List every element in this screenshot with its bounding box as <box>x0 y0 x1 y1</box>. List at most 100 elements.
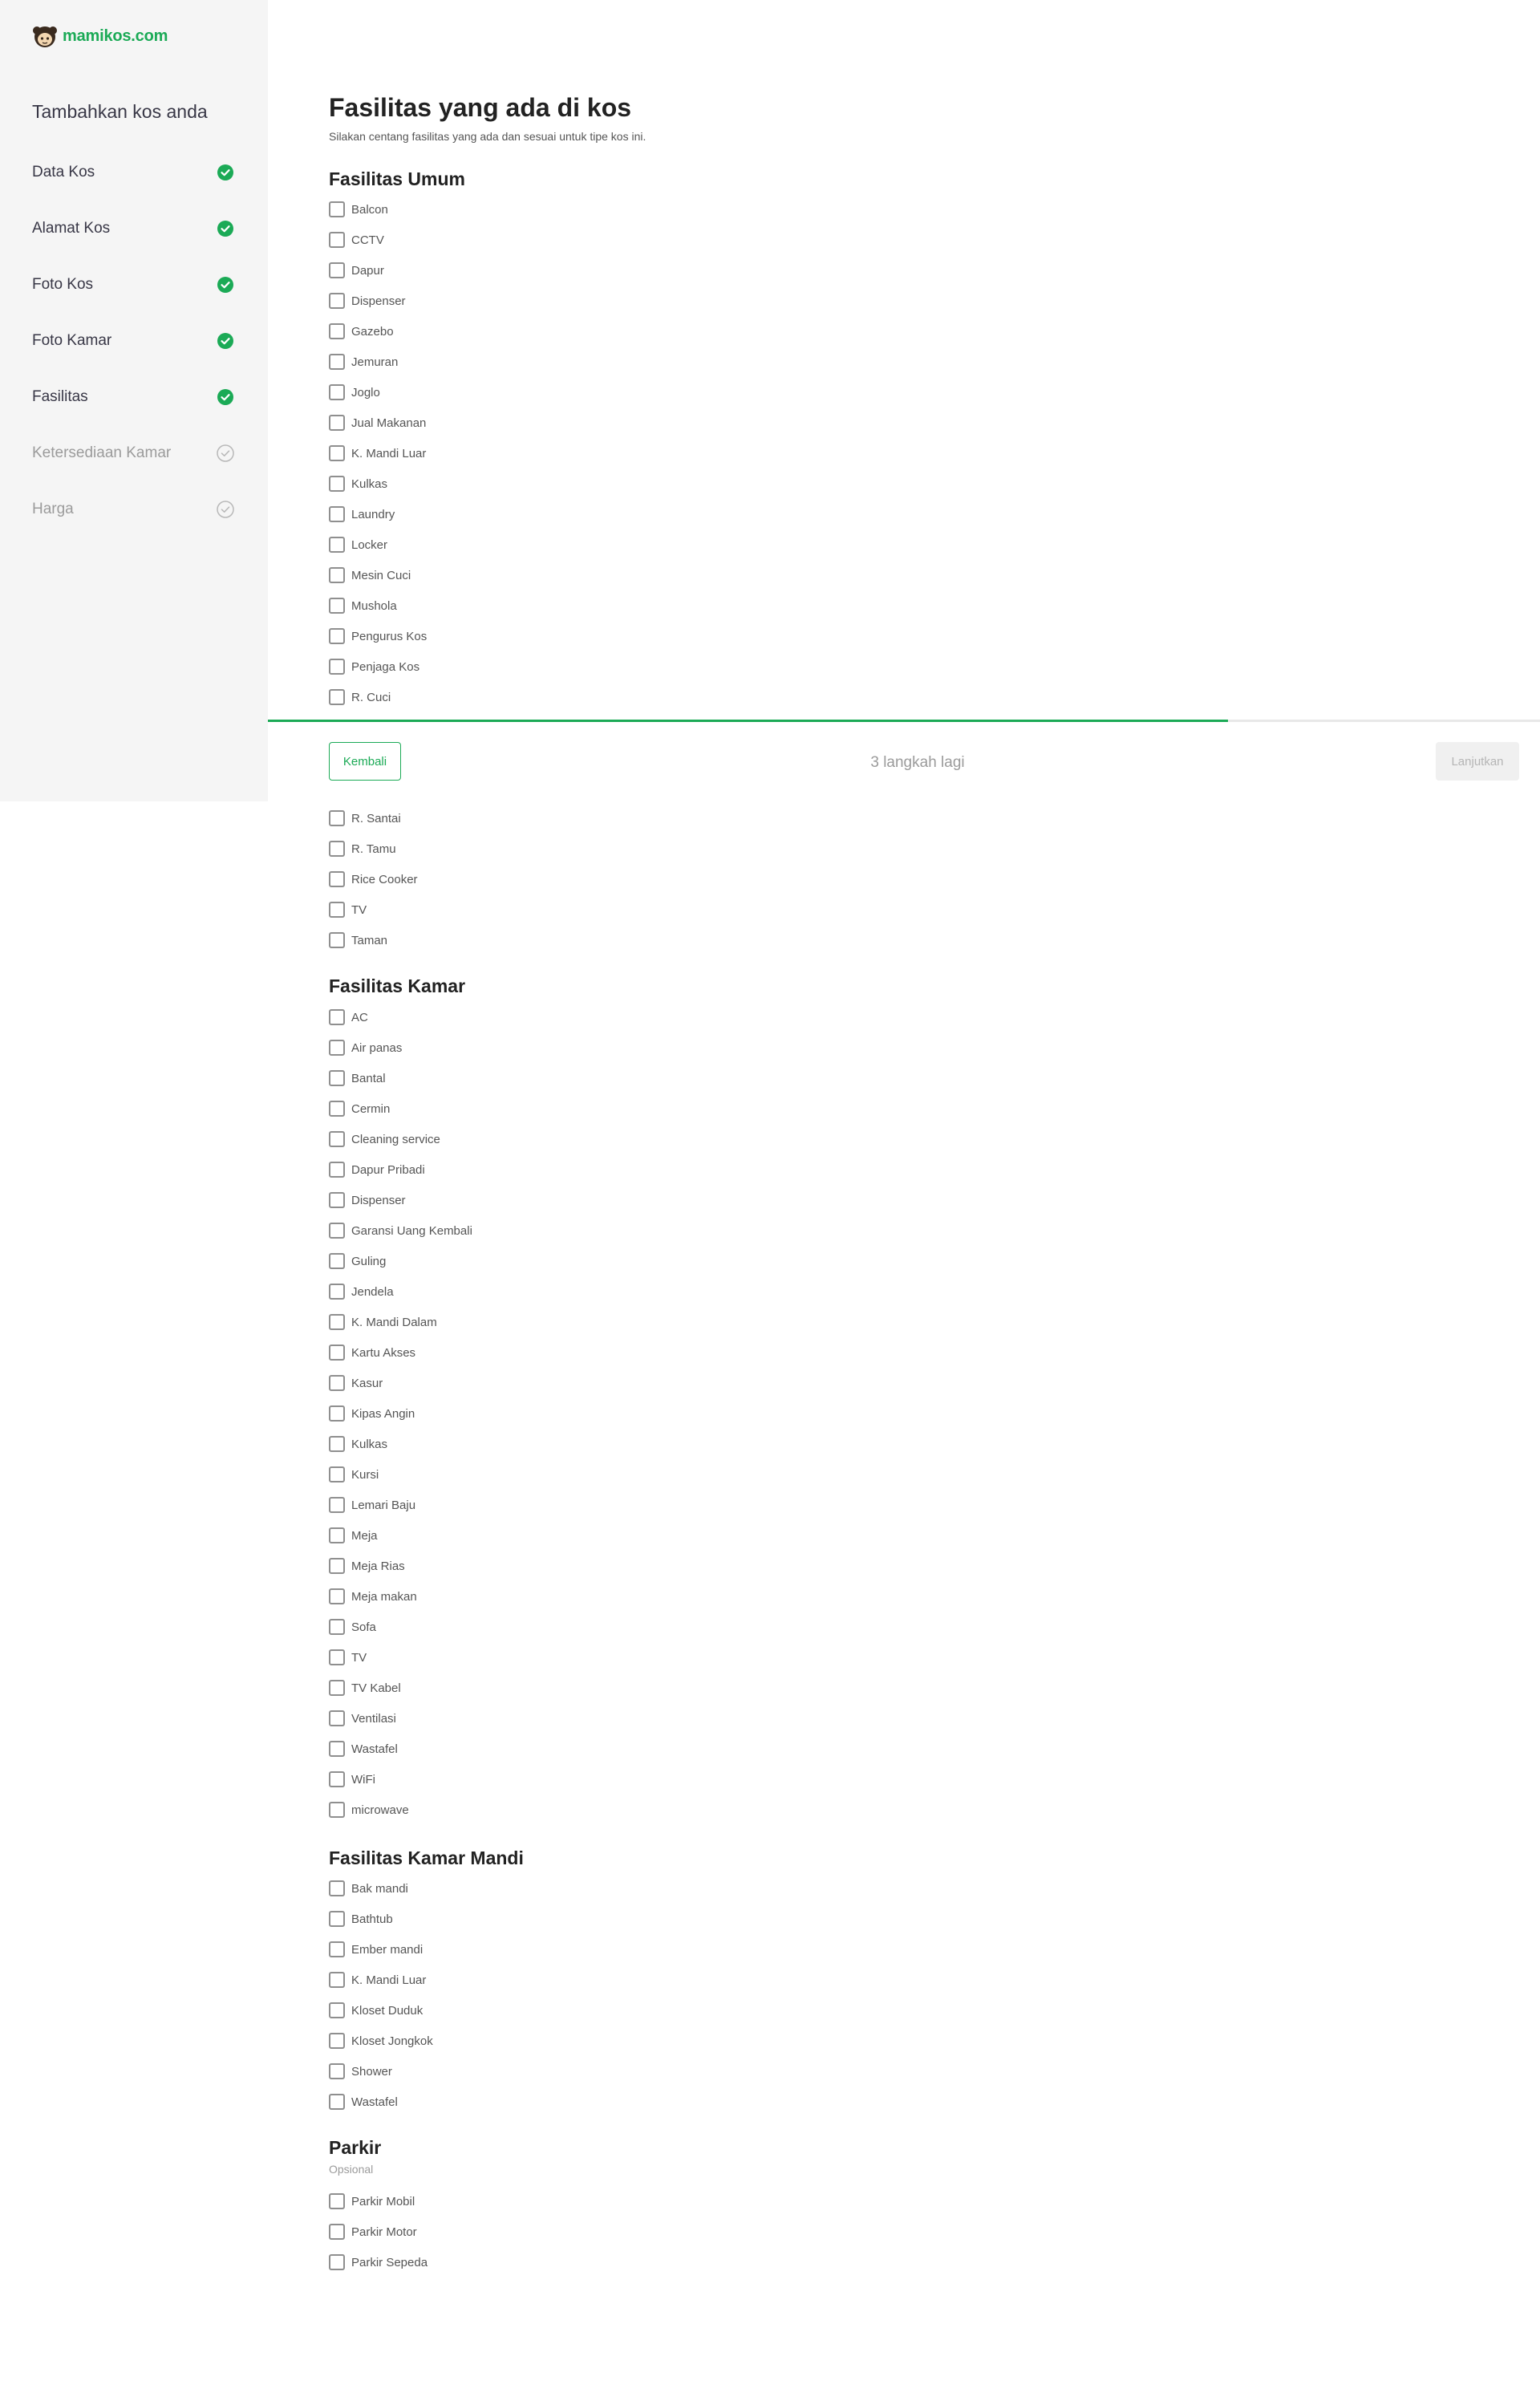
checkbox-option[interactable]: Sofa <box>329 1612 472 1642</box>
checkbox[interactable] <box>329 1911 345 1927</box>
checkbox[interactable] <box>329 2063 345 2079</box>
checkbox-option[interactable]: Kipas Angin <box>329 1398 472 1429</box>
checkbox-option[interactable]: Rice Cooker <box>329 864 418 894</box>
checkbox-option[interactable]: Ventilasi <box>329 1703 472 1734</box>
checkbox-option[interactable]: Dispenser <box>329 286 427 316</box>
checkbox-option[interactable]: Balcon <box>329 194 427 225</box>
checkbox-option[interactable]: TV <box>329 1642 472 1673</box>
checkbox[interactable] <box>329 2094 345 2110</box>
checkbox[interactable] <box>329 232 345 248</box>
checkbox[interactable] <box>329 1223 345 1239</box>
checkbox-option[interactable]: Joglo <box>329 377 427 408</box>
checkbox[interactable] <box>329 2254 345 2270</box>
checkbox-option[interactable]: Pengurus Kos <box>329 621 427 651</box>
checkbox-option[interactable]: Garansi Uang Kembali <box>329 1215 472 1246</box>
checkbox-option[interactable]: Wastafel <box>329 1734 472 1764</box>
checkbox-option[interactable]: Gazebo <box>329 316 427 347</box>
checkbox-option[interactable]: Kartu Akses <box>329 1337 472 1368</box>
checkbox[interactable] <box>329 1131 345 1147</box>
checkbox[interactable] <box>329 323 345 339</box>
checkbox[interactable] <box>329 1497 345 1513</box>
checkbox[interactable] <box>329 1972 345 1988</box>
checkbox[interactable] <box>329 1710 345 1726</box>
checkbox[interactable] <box>329 1680 345 1696</box>
checkbox[interactable] <box>329 2224 345 2240</box>
checkbox[interactable] <box>329 1771 345 1787</box>
checkbox[interactable] <box>329 1314 345 1330</box>
checkbox[interactable] <box>329 384 345 400</box>
checkbox[interactable] <box>329 1162 345 1178</box>
checkbox-option[interactable]: Kasur <box>329 1368 472 1398</box>
checkbox-option[interactable]: Locker <box>329 529 427 560</box>
checkbox[interactable] <box>329 841 345 857</box>
checkbox[interactable] <box>329 2033 345 2049</box>
checkbox-option[interactable]: Ember mandi <box>329 1934 433 1965</box>
step-ketersediaan-kamar[interactable]: Ketersediaan Kamar <box>32 425 237 481</box>
checkbox[interactable] <box>329 537 345 553</box>
checkbox-option[interactable]: Mushola <box>329 590 427 621</box>
checkbox-option[interactable]: AC <box>329 1002 472 1032</box>
checkbox[interactable] <box>329 1741 345 1757</box>
checkbox[interactable] <box>329 871 345 887</box>
checkbox-option[interactable]: CCTV <box>329 225 427 255</box>
checkbox[interactable] <box>329 2193 345 2209</box>
checkbox-option[interactable]: Mesin Cuci <box>329 560 427 590</box>
step-harga[interactable]: Harga <box>32 481 237 537</box>
checkbox[interactable] <box>329 902 345 918</box>
checkbox-option[interactable]: Jendela <box>329 1276 472 1307</box>
checkbox[interactable] <box>329 1558 345 1574</box>
checkbox-option[interactable]: Parkir Mobil <box>329 2186 428 2217</box>
checkbox[interactable] <box>329 1192 345 1208</box>
checkbox-option[interactable]: Meja makan <box>329 1581 472 1612</box>
checkbox-option[interactable]: Kursi <box>329 1459 472 1490</box>
checkbox[interactable] <box>329 1405 345 1422</box>
checkbox[interactable] <box>329 628 345 644</box>
checkbox-option[interactable]: Parkir Motor <box>329 2217 428 2247</box>
checkbox[interactable] <box>329 1070 345 1086</box>
checkbox[interactable] <box>329 2002 345 2018</box>
checkbox[interactable] <box>329 1941 345 1957</box>
checkbox-option[interactable]: K. Mandi Luar <box>329 1965 433 1995</box>
checkbox-option[interactable]: Cleaning service <box>329 1124 472 1154</box>
checkbox[interactable] <box>329 1253 345 1269</box>
checkbox-option[interactable]: Laundry <box>329 499 427 529</box>
checkbox[interactable] <box>329 293 345 309</box>
brand-logo-link[interactable]: mamikos.com <box>32 24 168 48</box>
checkbox[interactable] <box>329 1101 345 1117</box>
checkbox-option[interactable]: Meja Rias <box>329 1551 472 1581</box>
checkbox-option[interactable]: Air panas <box>329 1032 472 1063</box>
checkbox-option[interactable]: TV <box>329 894 418 925</box>
checkbox[interactable] <box>329 659 345 675</box>
checkbox-option[interactable]: Kloset Duduk <box>329 1995 433 2026</box>
checkbox-option[interactable]: Cermin <box>329 1093 472 1124</box>
step-alamat-kos[interactable]: Alamat Kos <box>32 201 237 257</box>
step-data-kos[interactable]: Data Kos <box>32 144 237 201</box>
checkbox[interactable] <box>329 354 345 370</box>
checkbox-option[interactable]: Dapur <box>329 255 427 286</box>
checkbox[interactable] <box>329 598 345 614</box>
checkbox[interactable] <box>329 1588 345 1604</box>
step-foto-kos[interactable]: Foto Kos <box>32 257 237 313</box>
checkbox-option[interactable]: Jemuran <box>329 347 427 377</box>
checkbox-option[interactable]: Bantal <box>329 1063 472 1093</box>
checkbox[interactable] <box>329 262 345 278</box>
checkbox-option[interactable]: Bathtub <box>329 1904 433 1934</box>
checkbox-option[interactable]: WiFi <box>329 1764 472 1795</box>
checkbox[interactable] <box>329 932 345 948</box>
checkbox[interactable] <box>329 1527 345 1543</box>
checkbox[interactable] <box>329 810 345 826</box>
checkbox[interactable] <box>329 415 345 431</box>
checkbox-option[interactable]: R. Santai <box>329 803 418 833</box>
checkbox[interactable] <box>329 1436 345 1452</box>
checkbox[interactable] <box>329 476 345 492</box>
checkbox-option[interactable]: Taman <box>329 925 418 955</box>
checkbox-option[interactable]: Meja <box>329 1520 472 1551</box>
checkbox-option[interactable]: Parkir Sepeda <box>329 2247 428 2277</box>
checkbox-option[interactable]: Lemari Baju <box>329 1490 472 1520</box>
checkbox-option[interactable]: Kulkas <box>329 468 427 499</box>
checkbox[interactable] <box>329 506 345 522</box>
checkbox-option[interactable]: Kloset Jongkok <box>329 2026 433 2056</box>
checkbox-option[interactable]: Dispenser <box>329 1185 472 1215</box>
checkbox[interactable] <box>329 1284 345 1300</box>
checkbox-option[interactable]: K. Mandi Dalam <box>329 1307 472 1337</box>
